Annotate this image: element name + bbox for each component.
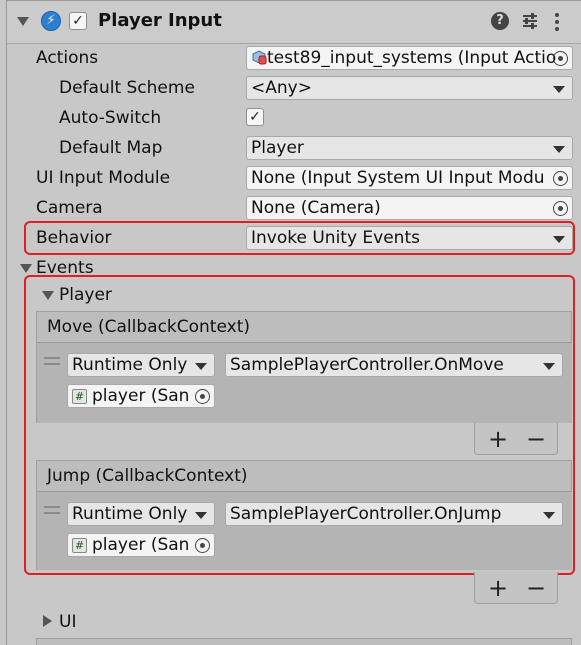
script-icon: # [72, 538, 87, 553]
actions-label: Actions [36, 48, 99, 68]
move-runtime-value: Runtime Only [72, 355, 188, 375]
ui-foldout-arrow-icon[interactable] [43, 615, 52, 627]
auto-switch-checkbox[interactable]: ✓ [246, 108, 264, 126]
help-icon[interactable]: ? [491, 12, 509, 30]
default-map-dropdown[interactable]: Player [246, 136, 573, 160]
default-scheme-value: <Any> [251, 78, 312, 98]
actions-field[interactable]: test89_input_systems (Input Actio [246, 46, 573, 70]
script-icon: # [72, 389, 87, 404]
dropdown-arrow-icon [543, 363, 555, 370]
object-picker-icon[interactable] [195, 389, 210, 404]
dropdown-arrow-icon [553, 146, 565, 153]
remove-listener-button[interactable]: − [526, 574, 546, 602]
ui-input-module-field[interactable]: None (Input System UI Input Modu [246, 166, 573, 190]
behavior-dropdown[interactable]: Invoke Unity Events [246, 226, 573, 250]
actions-value: test89_input_systems (Input Actio [267, 48, 557, 68]
component-title: Player Input [98, 10, 222, 31]
jump-plus-minus-footer: + − [474, 572, 558, 604]
inspector-left-border [6, 0, 7, 645]
jump-event-header: Jump (CallbackContext) [36, 460, 572, 492]
move-target-value: player (San [92, 386, 190, 406]
add-listener-button[interactable]: + [488, 574, 508, 602]
jump-runtime-value: Runtime Only [72, 504, 188, 524]
ui-input-module-label: UI Input Module [36, 168, 171, 188]
default-scheme-label: Default Scheme [59, 78, 195, 98]
collapse-arrow-icon[interactable] [17, 17, 29, 26]
component-enabled-checkbox[interactable]: ✓ [69, 12, 87, 30]
default-map-label: Default Map [59, 138, 163, 158]
move-plus-minus-footer: + − [474, 423, 558, 455]
remove-listener-button[interactable]: − [526, 425, 546, 453]
next-event-header-partial [36, 638, 572, 645]
jump-runtime-dropdown[interactable]: Runtime Only [67, 502, 215, 526]
move-function-value: SamplePlayerController.OnMove [230, 355, 504, 375]
dropdown-arrow-icon [195, 363, 207, 370]
jump-target-field[interactable]: # player (San [67, 533, 215, 557]
default-scheme-dropdown[interactable]: <Any> [246, 76, 573, 100]
ui-group-label[interactable]: UI [59, 612, 76, 632]
jump-function-value: SamplePlayerController.OnJump [230, 504, 502, 524]
dropdown-arrow-icon [553, 86, 565, 93]
move-event-title: Move (CallbackContext) [47, 317, 250, 337]
drag-handle-icon[interactable] [44, 506, 60, 514]
dropdown-arrow-icon [553, 236, 565, 243]
behavior-value: Invoke Unity Events [251, 228, 420, 248]
move-event-header: Move (CallbackContext) [36, 311, 572, 343]
move-function-dropdown[interactable]: SamplePlayerController.OnMove [225, 353, 563, 377]
dropdown-arrow-icon [543, 512, 555, 519]
ui-input-module-value: None (Input System UI Input Modu [251, 168, 545, 188]
player-group-label[interactable]: Player [59, 285, 112, 305]
behavior-label: Behavior [36, 228, 112, 248]
object-picker-icon[interactable] [553, 171, 568, 186]
jump-function-dropdown[interactable]: SamplePlayerController.OnJump [225, 502, 563, 526]
drag-handle-icon[interactable] [44, 357, 60, 365]
camera-field[interactable]: None (Camera) [246, 196, 573, 220]
default-map-value: Player [251, 138, 304, 158]
object-picker-icon[interactable] [553, 51, 568, 66]
jump-event-title: Jump (CallbackContext) [47, 466, 248, 486]
auto-switch-label: Auto-Switch [59, 108, 162, 128]
context-menu-icon[interactable] [553, 11, 561, 33]
dropdown-arrow-icon [195, 512, 207, 519]
add-listener-button[interactable]: + [488, 425, 508, 453]
events-foldout-arrow-icon[interactable] [20, 264, 32, 273]
preset-icon[interactable] [521, 11, 539, 31]
camera-label: Camera [36, 198, 103, 218]
input-actions-asset-icon [251, 49, 267, 65]
move-target-field[interactable]: # player (San [67, 384, 215, 408]
move-runtime-dropdown[interactable]: Runtime Only [67, 353, 215, 377]
player-foldout-arrow-icon[interactable] [42, 291, 54, 300]
object-picker-icon[interactable] [195, 538, 210, 553]
object-picker-icon[interactable] [553, 201, 568, 216]
player-input-icon: ⚡ [41, 11, 61, 31]
jump-target-value: player (San [92, 535, 190, 555]
camera-value: None (Camera) [251, 198, 381, 218]
